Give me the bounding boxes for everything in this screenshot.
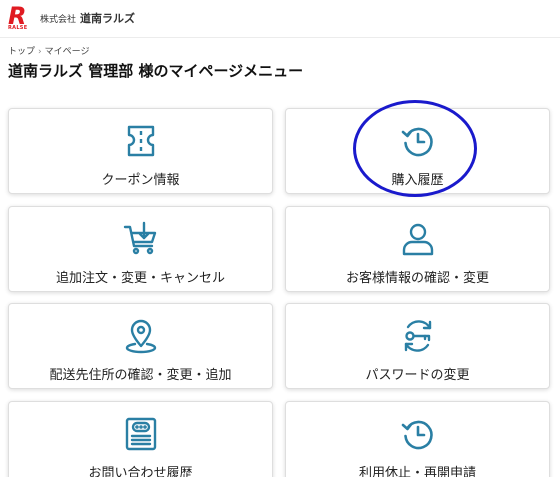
coupon-icon	[123, 123, 159, 159]
site-header: R RALSE 株式会社 道南ラルズ	[0, 0, 560, 38]
history-icon	[400, 123, 436, 159]
site-logo[interactable]: R RALSE	[8, 4, 34, 32]
page-title: 道南ラルズ 管理部 様のマイページメニュー	[8, 62, 304, 80]
menu-card-label: 利用休止・再開申請	[358, 466, 476, 477]
menu-card-label: お問い合わせ履歴	[88, 466, 193, 477]
breadcrumb-home-link[interactable]: トップ	[8, 47, 35, 57]
menu-card-shipping-address[interactable]: 配送先住所の確認・変更・追加	[8, 303, 273, 389]
company-name-text: 道南ラルズ	[80, 12, 136, 25]
menu-card-coupon[interactable]: クーポン情報	[8, 108, 273, 194]
menu-card-customer-info[interactable]: お客様情報の確認・変更	[285, 206, 550, 292]
menu-card-label: 追加注文・変更・キャンセル	[55, 271, 225, 286]
breadcrumb-current: マイページ	[44, 47, 90, 57]
history-icon	[400, 416, 436, 452]
menu-card-label: パスワードの変更	[365, 368, 470, 383]
menu-card-label: 購入履歴	[391, 173, 444, 188]
menu-card-password-change[interactable]: パスワードの変更	[285, 303, 550, 389]
location-pin-icon	[123, 318, 159, 354]
logo-subtext: RALSE	[8, 25, 28, 31]
user-icon	[400, 221, 436, 257]
breadcrumb-separator: ›	[38, 47, 42, 57]
breadcrumb: トップ › マイページ	[8, 44, 89, 57]
company-prefix: 株式会社	[40, 15, 77, 25]
key-icon	[400, 318, 436, 354]
menu-card-purchase-history[interactable]: 購入履歴	[285, 108, 550, 194]
menu-card-label: クーポン情報	[101, 173, 180, 188]
menu-card-label: お客様情報の確認・変更	[345, 271, 489, 286]
menu-card-inquiry-history[interactable]: お問い合わせ履歴	[8, 401, 273, 477]
menu-card-additional-order[interactable]: 追加注文・変更・キャンセル	[8, 206, 273, 292]
cart-icon	[123, 221, 159, 257]
menu-card-label: 配送先住所の確認・変更・追加	[49, 368, 232, 383]
menu-card-suspend-resume[interactable]: 利用休止・再開申請	[285, 401, 550, 477]
company-name: 株式会社 道南ラルズ	[40, 10, 135, 26]
inquiry-icon	[123, 416, 159, 452]
